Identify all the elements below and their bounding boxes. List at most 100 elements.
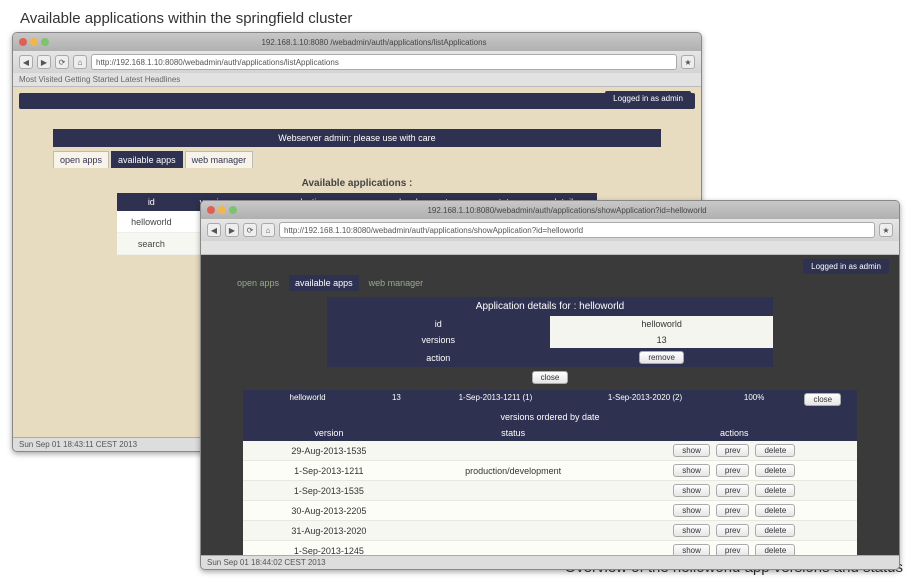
show-button[interactable]: show: [673, 544, 710, 555]
delete-button[interactable]: delete: [755, 544, 795, 555]
close-icon[interactable]: [19, 38, 27, 46]
prev-button[interactable]: prev: [716, 544, 750, 555]
browser-window-app-detail: 192.168.1.10:8080/webadmin/auth/applicat…: [200, 200, 900, 570]
titlebar: 192.168.1.10:8080 /webadmin/auth/applica…: [13, 33, 701, 51]
row-actions: show prev delete: [617, 484, 851, 497]
forward-button[interactable]: ▶: [225, 223, 239, 237]
back-button[interactable]: ◀: [207, 223, 221, 237]
cell-version: 31-Aug-2013-2020: [243, 521, 415, 541]
tab-web-manager[interactable]: web manager: [185, 151, 254, 168]
cell-id: helloworld: [243, 390, 372, 409]
row-actions: show prev delete: [617, 544, 851, 555]
cell-id: search: [117, 233, 186, 255]
value-id: helloworld: [550, 316, 773, 332]
reload-button[interactable]: ⟳: [55, 55, 69, 69]
login-status[interactable]: Logged in as admin: [605, 91, 691, 106]
maximize-icon[interactable]: [41, 38, 49, 46]
delete-button[interactable]: delete: [755, 524, 795, 537]
cell-id: helloworld: [117, 211, 186, 233]
maximize-icon[interactable]: [229, 206, 237, 214]
window-controls[interactable]: [19, 38, 49, 46]
col-id: id: [117, 193, 186, 211]
cell-status: [415, 521, 612, 541]
show-button[interactable]: show: [673, 524, 710, 537]
prev-button[interactable]: prev: [716, 524, 750, 537]
tab-available-apps[interactable]: available apps: [111, 151, 183, 168]
detail-box: id helloworld versions 13 action remove: [327, 316, 774, 367]
bookmark-button[interactable]: ★: [879, 223, 893, 237]
col-version: version: [243, 425, 415, 441]
bookmark-button[interactable]: ★: [681, 55, 695, 69]
status-bar: Sun Sep 01 18:44:02 CEST 2013: [201, 555, 899, 569]
versions-table: version status actions 29-Aug-2013-1535s…: [243, 425, 857, 555]
window-title: 192.168.1.10:8080 /webadmin/auth/applica…: [53, 38, 695, 47]
value-versions: 13: [550, 332, 773, 348]
reload-button[interactable]: ⟳: [243, 223, 257, 237]
row-actions: show prev delete: [617, 524, 851, 537]
row-actions: show prev delete: [617, 464, 851, 477]
show-button[interactable]: show: [673, 464, 710, 477]
table-row: 1-Sep-2013-1535 show prev delete: [243, 481, 857, 501]
home-button[interactable]: ⌂: [261, 223, 275, 237]
tab-open-apps[interactable]: open apps: [231, 275, 285, 291]
show-button[interactable]: show: [673, 484, 710, 497]
cell-status: 100%: [720, 390, 789, 409]
login-status[interactable]: Logged in as admin: [803, 259, 889, 274]
delete-button[interactable]: delete: [755, 484, 795, 497]
label-versions: versions: [327, 332, 550, 348]
warning-banner: Webserver admin: please use with care: [53, 129, 661, 147]
tab-available-apps[interactable]: available apps: [289, 275, 359, 291]
row-actions: show prev delete: [617, 444, 851, 457]
url-input[interactable]: http://192.168.1.10:8080/webadmin/auth/a…: [279, 222, 875, 238]
delete-button[interactable]: delete: [755, 464, 795, 477]
remove-button[interactable]: remove: [639, 351, 684, 364]
cell-version: 1-Sep-2013-1245: [243, 541, 415, 556]
window-title: 192.168.1.10:8080/webadmin/auth/applicat…: [241, 206, 893, 215]
window-controls[interactable]: [207, 206, 237, 214]
delete-button[interactable]: delete: [755, 444, 795, 457]
bookmarks-bar[interactable]: Most Visited Getting Started Latest Head…: [13, 73, 701, 87]
delete-button[interactable]: delete: [755, 504, 795, 517]
table-row: 31-Aug-2013-2020 show prev delete: [243, 521, 857, 541]
col-status: status: [415, 425, 612, 441]
cell-status: production/development: [415, 461, 612, 481]
browser-toolbar: ◀ ▶ ⟳ ⌂ http://192.168.1.10:8080/webadmi…: [13, 51, 701, 73]
versions-banner: versions ordered by date: [243, 409, 857, 425]
cell-status: [415, 541, 612, 556]
titlebar: 192.168.1.10:8080/webadmin/auth/applicat…: [201, 201, 899, 219]
close-icon[interactable]: [207, 206, 215, 214]
tab-open-apps[interactable]: open apps: [53, 151, 109, 168]
browser-toolbar: ◀ ▶ ⟳ ⌂ http://192.168.1.10:8080/webadmi…: [201, 219, 899, 241]
label-action: action: [327, 348, 550, 367]
row-actions: show prev delete: [617, 504, 851, 517]
minimize-icon[interactable]: [218, 206, 226, 214]
cell-status: [415, 441, 612, 461]
close-button[interactable]: close: [804, 393, 841, 406]
cell-development: 1-Sep-2013-2020 (2): [570, 390, 720, 409]
detail-banner: Application details for : helloworld: [327, 297, 774, 316]
forward-button[interactable]: ▶: [37, 55, 51, 69]
cell-production: 1-Sep-2013-1211 (1): [421, 390, 571, 409]
close-button[interactable]: close: [532, 371, 569, 384]
back-button[interactable]: ◀: [19, 55, 33, 69]
show-button[interactable]: show: [673, 504, 710, 517]
minimize-icon[interactable]: [30, 38, 38, 46]
cell-status: [415, 481, 612, 501]
table-row: 29-Aug-2013-1535showprevdelete: [243, 441, 857, 461]
table-row: 1-Sep-2013-1211production/development sho…: [243, 461, 857, 481]
prev-button[interactable]: prev: [716, 504, 750, 517]
tab-web-manager[interactable]: web manager: [363, 275, 430, 291]
show-button[interactable]: show: [673, 444, 710, 457]
bookmarks-bar[interactable]: [201, 241, 899, 255]
cell-version: 1-Sep-2013-1535: [243, 481, 415, 501]
caption-top: Available applications within the spring…: [10, 6, 362, 31]
page-content: Logged in as admin open apps available a…: [201, 255, 899, 555]
col-actions: actions: [611, 425, 857, 441]
table-row: 1-Sep-2013-1245 show prev delete: [243, 541, 857, 556]
prev-button[interactable]: prev: [716, 484, 750, 497]
home-button[interactable]: ⌂: [73, 55, 87, 69]
prev-button[interactable]: prev: [716, 444, 750, 457]
prev-button[interactable]: prev: [716, 464, 750, 477]
url-input[interactable]: http://192.168.1.10:8080/webadmin/auth/a…: [91, 54, 677, 70]
cell-version: 1-Sep-2013-1211: [243, 461, 415, 481]
